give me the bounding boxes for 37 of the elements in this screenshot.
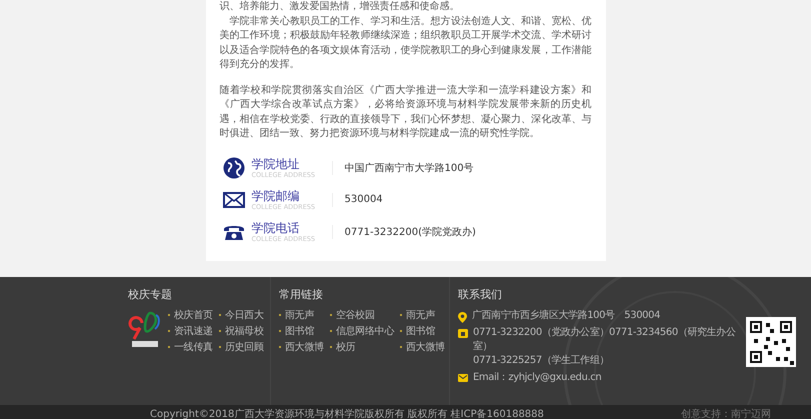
footer-link[interactable]: 图书馆 (400, 324, 445, 338)
location-pin-icon (458, 312, 467, 322)
envelope-icon (222, 192, 244, 208)
section-title: 联系我们 (458, 286, 503, 302)
footer-link[interactable]: 校历 (330, 340, 394, 354)
footer-link[interactable]: 空谷校园 (330, 308, 394, 322)
footer-link[interactable]: 校庆首页 (168, 308, 213, 322)
footer-link[interactable]: 西大微博 (400, 340, 445, 354)
footer-link[interactable]: 信息网络中心 (330, 324, 394, 338)
footer-link[interactable]: 图书馆 (279, 324, 324, 338)
footer-link[interactable]: 西大微博 (279, 340, 324, 354)
contact-value: 530004 (344, 194, 383, 205)
footer-link[interactable]: 资讯速递 (168, 324, 213, 338)
section-title: 常用链接 (279, 286, 324, 302)
paragraph: 学院非常关心教职员工的工作、学习和生活。想方设法创造人文、和谐、宽松、优美的工作环境；积极鼓励年轻教师继续深造；组织教职员工开展学术交流、学术研讨以及适合学院特色的各项文娱体育活动，使学院教职工的身心到健康发展，工作潜能得到充分的发挥。 (220, 14, 592, 72)
footer-link[interactable]: 一线传真 (168, 340, 213, 354)
contact-text: 0771-3225257（学生工作组） (473, 354, 610, 368)
contact-text: 广西南宁市西乡塘区大学路100号 530004 (472, 308, 660, 322)
contact-label: 学院电话 (252, 220, 300, 234)
contact-value: 0771-3232200(学院党政办) (344, 226, 476, 238)
globe-icon (222, 156, 244, 178)
footer-link[interactable]: 雨无声 (400, 308, 445, 322)
contact-value: 中国广西南宁市大学路100号 (344, 162, 474, 174)
contact-text: Email：zyhjcly@gxu.edu.cn (473, 370, 602, 384)
footer-link[interactable]: 雨无声 (279, 308, 324, 322)
paragraph: 识、培养能力、激发爱国热情，增强责任感和使命感。 (220, 0, 460, 14)
footer-link[interactable]: 历史回顾 (218, 340, 264, 354)
contact-text: 0771-3232200（党政办公室）0771-3234560（研究生办公室） (473, 326, 736, 354)
contact-label: 学院邮编 (252, 188, 300, 202)
section-title: 校庆专题 (128, 286, 173, 302)
contact-label: 学院地址 (252, 156, 300, 170)
copyright-text: Copyright©2018广西大学资源环境与材料学院版权所有 版权所有 桂ICP备160188888 (150, 408, 544, 419)
footer-link[interactable]: 今日西大 (218, 308, 264, 322)
envelope-icon (458, 374, 468, 382)
footer-link[interactable]: 祝福母校 (218, 324, 264, 338)
paragraph: 随着学校和学院贯彻落实自治区《广西大学推进一流大学和一流学科建设方案》和《广西大学综合改革试点方案》，必将给资源环境与材料学院发展带来新的历史机遇，相信在学校党委、行政的直接领导下，我们心怀梦想、凝心聚力、深化改革、与时俱进、团结一致、努力把资源环境与材料学院建成一流的研究性学院。 (220, 84, 592, 141)
credit-text: 创意支持：南宁迈网 (681, 408, 771, 419)
